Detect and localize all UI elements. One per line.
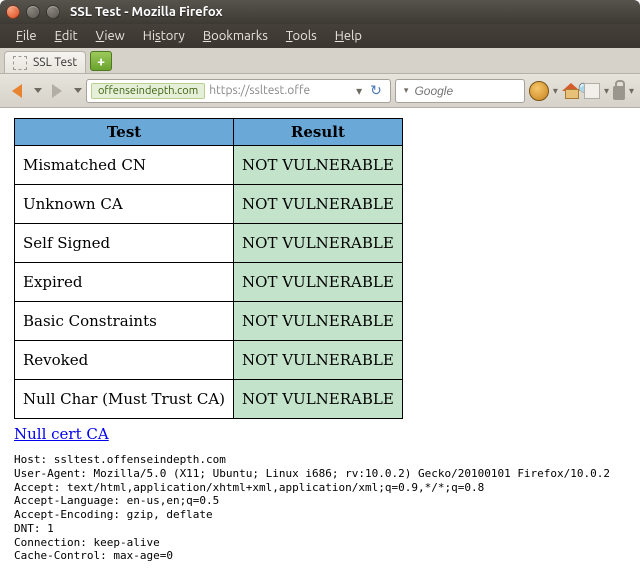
- tab-ssl-test[interactable]: SSL Test: [4, 51, 86, 73]
- tab-strip: SSL Test +: [0, 48, 640, 74]
- menu-help[interactable]: Help: [327, 27, 370, 45]
- window-minimize-button[interactable]: [26, 5, 40, 19]
- menu-tools[interactable]: Tools: [278, 27, 325, 45]
- cell-test: Basic Constraints: [15, 302, 234, 341]
- search-input[interactable]: [412, 83, 573, 99]
- back-history-dropdown[interactable]: [34, 88, 42, 93]
- table-row: Null Char (Must Trust CA)NOT VULNERABLE: [15, 380, 403, 419]
- lock-icon[interactable]: [613, 86, 625, 100]
- menu-bar: File Edit View History Bookmarks Tools H…: [0, 24, 640, 48]
- table-row: ExpiredNOT VULNERABLE: [15, 263, 403, 302]
- toolbar-extra-button[interactable]: [584, 83, 600, 99]
- table-row: Mismatched CNNOT VULNERABLE: [15, 146, 403, 185]
- window-titlebar: SSL Test - Mozilla Firefox: [0, 0, 640, 24]
- table-row: RevokedNOT VULNERABLE: [15, 341, 403, 380]
- cell-result: NOT VULNERABLE: [234, 380, 403, 419]
- cell-result: NOT VULNERABLE: [234, 302, 403, 341]
- url-text: https://ssltest.offe: [209, 84, 352, 97]
- menu-view[interactable]: View: [88, 27, 133, 45]
- home-button[interactable]: [562, 83, 580, 99]
- window-maximize-button[interactable]: [46, 5, 60, 19]
- window-close-button[interactable]: [6, 5, 20, 19]
- lock-dropdown[interactable]: ▾: [629, 85, 634, 97]
- site-identity-button[interactable]: offenseindepth.com: [91, 83, 205, 99]
- url-bar[interactable]: offenseindepth.com https://ssltest.offe …: [86, 79, 391, 103]
- null-cert-ca-link[interactable]: Null cert CA: [14, 425, 109, 443]
- search-bar[interactable]: ▾ 🔍: [395, 79, 525, 103]
- menu-edit[interactable]: Edit: [47, 27, 86, 45]
- col-header-test: Test: [15, 119, 234, 146]
- greasemonkey-icon[interactable]: [529, 81, 549, 101]
- cell-test: Revoked: [15, 341, 234, 380]
- search-engine-dropdown[interactable]: ▾: [404, 85, 409, 96]
- cell-result: NOT VULNERABLE: [234, 224, 403, 263]
- cell-test: Mismatched CN: [15, 146, 234, 185]
- toolbar-extra-dropdown[interactable]: ▾: [604, 85, 609, 97]
- cell-test: Null Char (Must Trust CA): [15, 380, 234, 419]
- table-row: Basic ConstraintsNOT VULNERABLE: [15, 302, 403, 341]
- table-row: Unknown CANOT VULNERABLE: [15, 185, 403, 224]
- forward-history-dropdown[interactable]: [74, 88, 82, 93]
- window-title: SSL Test - Mozilla Firefox: [70, 5, 223, 19]
- col-header-result: Result: [234, 119, 403, 146]
- cell-result: NOT VULNERABLE: [234, 146, 403, 185]
- forward-button[interactable]: [46, 80, 68, 102]
- ssl-results-table: Test Result Mismatched CNNOT VULNERABLEU…: [14, 118, 403, 419]
- page-content: Test Result Mismatched CNNOT VULNERABLEU…: [0, 108, 640, 573]
- tab-label: SSL Test: [33, 56, 77, 69]
- reload-button[interactable]: ↻: [366, 82, 386, 99]
- url-dropdown[interactable]: ▾: [356, 84, 362, 98]
- favicon-icon: [13, 56, 27, 70]
- navigation-toolbar: offenseindepth.com https://ssltest.offe …: [0, 74, 640, 108]
- menu-file[interactable]: File: [8, 27, 45, 45]
- greasemonkey-dropdown[interactable]: ▾: [553, 85, 558, 97]
- cell-test: Expired: [15, 263, 234, 302]
- cell-result: NOT VULNERABLE: [234, 341, 403, 380]
- cell-result: NOT VULNERABLE: [234, 263, 403, 302]
- request-headers-block: Host: ssltest.offenseindepth.com User-Ag…: [14, 453, 626, 563]
- cell-result: NOT VULNERABLE: [234, 185, 403, 224]
- cell-test: Unknown CA: [15, 185, 234, 224]
- new-tab-button[interactable]: +: [90, 51, 112, 71]
- back-button[interactable]: [6, 80, 28, 102]
- table-row: Self SignedNOT VULNERABLE: [15, 224, 403, 263]
- cell-test: Self Signed: [15, 224, 234, 263]
- arrow-left-icon: [12, 84, 22, 98]
- menu-bookmarks[interactable]: Bookmarks: [195, 27, 276, 45]
- arrow-right-icon: [52, 84, 62, 98]
- menu-history[interactable]: History: [135, 27, 193, 45]
